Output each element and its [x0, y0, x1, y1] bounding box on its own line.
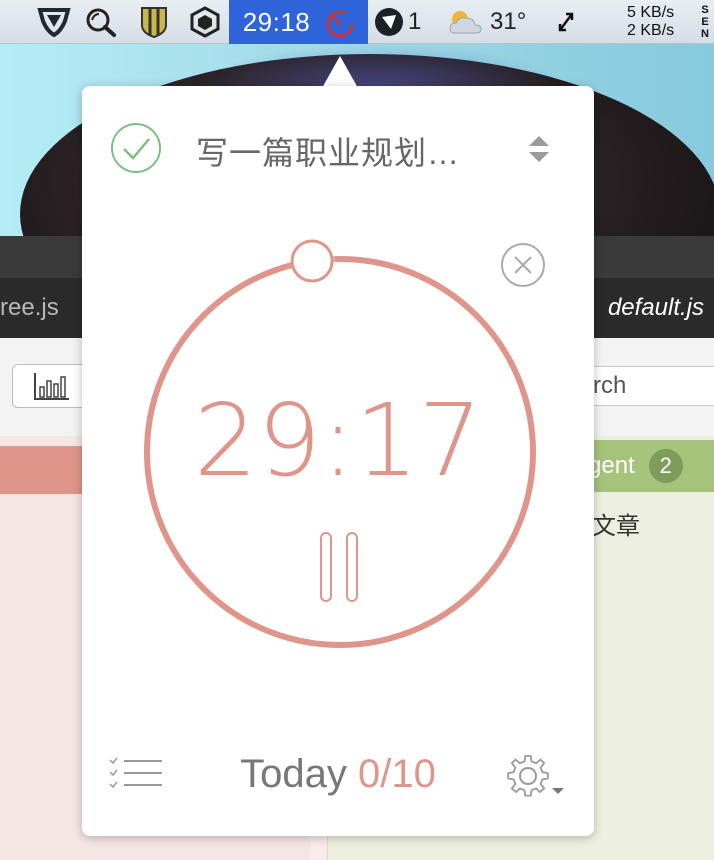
group-count-badge: 2 — [648, 449, 683, 483]
today-label: Today — [240, 752, 347, 796]
defense-shield-icon[interactable] — [136, 0, 172, 44]
urgent-group-header[interactable]: gent 2 — [580, 440, 714, 492]
complete-task-button[interactable] — [110, 122, 162, 174]
menu-bar: 29:18 1 31° 5 KB/s 2 KB/s S E N — [0, 0, 714, 44]
bird-icon — [375, 8, 403, 36]
task-title[interactable]: 写一篇职业规划… — [196, 128, 460, 174]
vertical-letter: E — [701, 16, 709, 28]
today-count: 0/10 — [358, 752, 436, 796]
bar-chart-icon — [34, 373, 69, 400]
search-icon[interactable] — [80, 0, 122, 44]
network-download: 2 KB/s — [627, 22, 675, 39]
menubar-timer[interactable]: 29:18 — [229, 0, 368, 44]
pause-bar-right — [346, 532, 358, 602]
weather-item[interactable]: 31° — [446, 0, 546, 44]
notification-item[interactable]: 1 — [374, 0, 428, 44]
network-upload: 5 KB/s — [627, 4, 675, 21]
task-switch-icon[interactable] — [528, 134, 550, 164]
timer-display: 29:17 — [193, 382, 483, 499]
tab-default-js[interactable]: default.js — [608, 278, 704, 338]
progress-knob[interactable] — [290, 239, 334, 283]
vertical-letter: N — [701, 28, 709, 40]
tab-tree-js[interactable]: ree.js — [0, 278, 59, 338]
notification-count: 1 — [408, 8, 422, 35]
partly-cloudy-icon — [449, 11, 482, 34]
pomodoro-popover: 写一篇职业规划… 29:17 Today 0/10 — [82, 86, 594, 836]
group-label: gent — [588, 452, 635, 479]
chart-button[interactable] — [12, 364, 92, 408]
settings-gear-icon[interactable] — [502, 750, 570, 802]
pause-bar-left — [320, 532, 332, 602]
pause-button[interactable] — [318, 532, 362, 604]
hexagon-icon[interactable] — [186, 0, 224, 44]
popover-arrow — [322, 56, 358, 88]
vertical-letter: S — [701, 4, 709, 16]
vpn-shield-icon[interactable] — [34, 0, 74, 44]
vertical-indicator[interactable]: S E N — [699, 4, 711, 40]
pomodoro-icon — [326, 10, 354, 38]
weather-temperature: 31° — [490, 8, 527, 35]
network-speed[interactable]: 5 KB/s 2 KB/s — [627, 4, 674, 40]
menubar-timer-text: 29:18 — [242, 6, 311, 37]
resize-arrows-icon[interactable] — [554, 0, 578, 44]
task-list-item[interactable]: 文章 — [592, 506, 640, 541]
